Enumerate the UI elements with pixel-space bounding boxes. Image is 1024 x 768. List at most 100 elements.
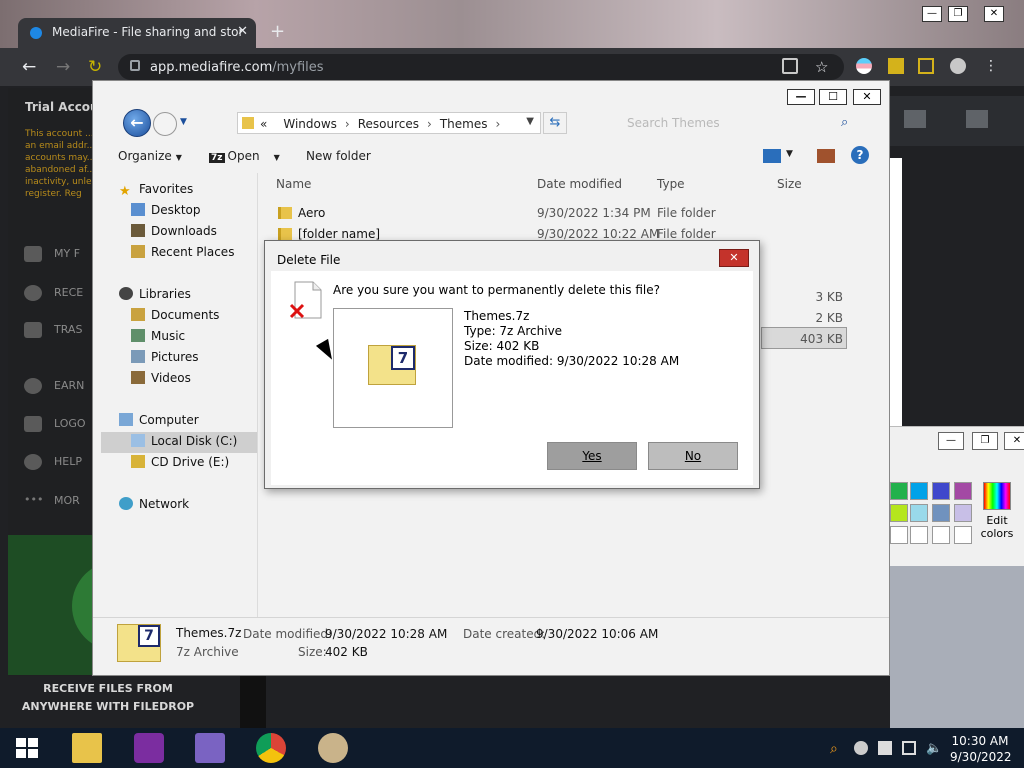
forward-icon[interactable]: → — [56, 57, 70, 77]
yahoo-messenger-taskbar-icon[interactable] — [134, 733, 164, 763]
nav-documents[interactable]: Documents — [131, 308, 219, 322]
column-header-type[interactable]: Type — [657, 177, 685, 191]
extensions-puzzle-icon[interactable] — [888, 58, 904, 74]
color-swatch[interactable] — [932, 482, 950, 500]
view-dropdown-icon[interactable]: ▼ — [786, 149, 793, 159]
chevron-down-icon[interactable]: ▼ — [526, 116, 534, 127]
nav-splitter[interactable] — [257, 173, 258, 617]
bookmark-star-icon[interactable]: ☆ — [815, 58, 831, 76]
nav-recent-places[interactable]: Recent Places — [131, 245, 234, 259]
mf-nav-trash[interactable]: TRAS — [24, 322, 82, 338]
nav-pictures[interactable]: Pictures — [131, 350, 199, 364]
forward-arrow-icon[interactable] — [153, 112, 177, 136]
nav-videos[interactable]: Videos — [131, 371, 191, 385]
color-swatch[interactable] — [910, 504, 928, 522]
color-swatch[interactable] — [910, 526, 928, 544]
maximize-icon[interactable]: ❐ — [948, 6, 968, 22]
network-tray-icon[interactable] — [902, 741, 916, 755]
nav-cd-drive[interactable]: CD Drive (E:) — [131, 455, 229, 469]
recent-pages-dropdown-icon[interactable]: ▼ — [180, 117, 187, 127]
no-entry-tray-icon[interactable] — [854, 741, 868, 755]
tools-taskbar-icon[interactable] — [195, 733, 225, 763]
search-tray-icon[interactable]: ⌕ — [830, 741, 844, 757]
color-swatch[interactable] — [932, 526, 950, 544]
color-swatch[interactable] — [890, 526, 908, 544]
search-icon[interactable]: ⌕ — [841, 115, 848, 130]
yes-button[interactable]: Yes — [547, 442, 637, 470]
color-swatch[interactable] — [954, 482, 972, 500]
paint-taskbar-icon[interactable] — [318, 733, 348, 763]
nav-favorites[interactable]: ★ Favorites — [119, 182, 193, 199]
breadcrumb-themes[interactable]: Themes — [440, 117, 488, 131]
search-input[interactable]: Search Themes — [619, 112, 865, 134]
grid-view-icon[interactable] — [966, 110, 988, 128]
paint-minimize-icon[interactable]: — — [938, 432, 964, 450]
chrome-taskbar-icon[interactable] — [256, 733, 286, 763]
close-window-icon[interactable]: ✕ — [984, 6, 1004, 22]
nav-local-disk[interactable]: Local Disk (C:) — [101, 432, 257, 453]
file-explorer-taskbar-icon[interactable] — [72, 733, 102, 763]
new-folder-button[interactable]: New folder — [306, 149, 371, 163]
organize-button[interactable]: Organize ▼ — [118, 149, 182, 163]
file-row-name[interactable]: [folder name] — [278, 227, 380, 241]
nav-downloads[interactable]: Downloads — [131, 224, 217, 238]
close-tab-icon[interactable]: ✕ — [237, 24, 248, 39]
color-swatch[interactable] — [932, 504, 950, 522]
view-options-icon[interactable] — [763, 149, 781, 163]
mf-nav-more[interactable]: ••• MOR — [24, 493, 80, 509]
explorer-minimize-icon[interactable]: — — [787, 89, 815, 105]
rainbow-icon — [983, 482, 1011, 510]
minimize-icon[interactable]: — — [922, 6, 942, 22]
menu-icon[interactable]: ⋮ — [984, 58, 1000, 74]
mf-nav-help[interactable]: HELP — [24, 454, 82, 470]
start-windows-icon[interactable] — [16, 738, 38, 758]
mf-nav-my-files[interactable]: MY F — [24, 246, 80, 262]
open-button[interactable]: 7z Open ▼ — [209, 149, 280, 163]
color-swatch[interactable] — [954, 526, 972, 544]
new-folder-icon[interactable] — [904, 110, 926, 128]
new-tab-icon[interactable]: + — [270, 21, 285, 42]
color-swatch[interactable] — [910, 482, 928, 500]
volume-tray-icon[interactable]: 🔈 — [926, 741, 942, 756]
paint-close-icon[interactable]: ✕ — [1004, 432, 1024, 450]
color-swatch[interactable] — [890, 482, 908, 500]
profile-avatar[interactable] — [950, 58, 966, 74]
dialog-close-button[interactable]: ✕ — [719, 249, 749, 267]
reload-icon[interactable]: ↻ — [88, 57, 102, 77]
back-icon[interactable]: ← — [22, 57, 36, 77]
preview-pane-icon[interactable] — [817, 149, 835, 163]
column-header-size[interactable]: Size — [777, 177, 802, 191]
nav-computer[interactable]: Computer — [119, 413, 199, 427]
mf-nav-recent[interactable]: RECE — [24, 285, 83, 301]
column-header-date[interactable]: Date modified — [537, 177, 622, 191]
column-header-name[interactable]: Name — [276, 177, 311, 191]
extension-flag-icon[interactable] — [856, 58, 872, 74]
share-icon[interactable] — [782, 58, 798, 74]
file-row-name[interactable]: Aero — [278, 206, 325, 220]
help-icon[interactable]: ? — [851, 146, 869, 164]
breadcrumb-resources[interactable]: Resources — [358, 117, 419, 131]
nav-music[interactable]: Music — [131, 329, 185, 343]
side-panel-icon[interactable] — [918, 58, 934, 74]
back-arrow-icon[interactable]: ← — [123, 109, 151, 137]
breadcrumb[interactable]: «Windows › Resources › Themes › — [260, 117, 508, 131]
breadcrumb-windows[interactable]: Windows — [283, 117, 337, 131]
nav-desktop[interactable]: Desktop — [131, 203, 201, 217]
edit-colors-button[interactable]: Edit colors — [978, 482, 1016, 540]
explorer-maximize-icon[interactable]: ☐ — [819, 89, 847, 105]
explorer-address-bar[interactable]: «Windows › Resources › Themes › ▼ — [237, 112, 541, 134]
explorer-close-icon[interactable]: ✕ — [853, 89, 881, 105]
color-swatch[interactable] — [954, 504, 972, 522]
no-button[interactable]: No — [648, 442, 738, 470]
taskbar-clock[interactable]: 10:30 AM 9/30/2022 — [950, 733, 1012, 765]
flag-tray-icon[interactable] — [878, 741, 892, 755]
mf-nav-logout[interactable]: LOGO — [24, 416, 86, 432]
color-swatch[interactable] — [890, 504, 908, 522]
nav-libraries[interactable]: Libraries — [119, 287, 191, 301]
paint-maximize-icon[interactable]: ❐ — [972, 432, 998, 450]
refresh-icon[interactable]: ⇆ — [543, 112, 567, 134]
mf-nav-earn[interactable]: EARN — [24, 378, 84, 394]
nav-network[interactable]: Network — [119, 497, 189, 511]
url-text[interactable]: app.mediafire.com/myfiles — [150, 60, 324, 75]
browser-tab[interactable]: MediaFire - File sharing and stor ✕ — [18, 18, 256, 48]
